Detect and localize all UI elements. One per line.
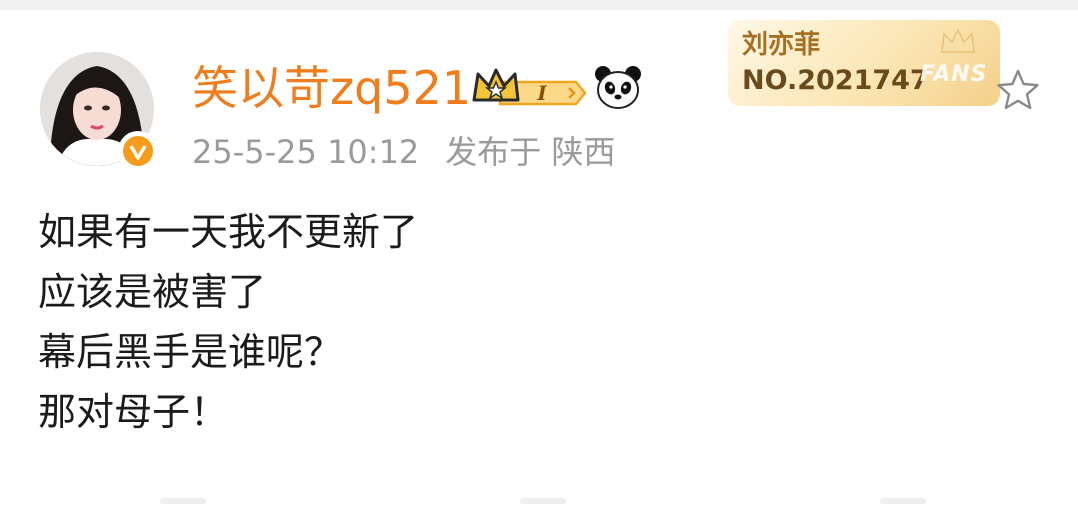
- verified-badge: [118, 131, 158, 171]
- post-source-location: 发布于 陕西: [445, 133, 616, 171]
- top-edge: [0, 0, 1078, 10]
- fans-card-number: NO.2021747: [742, 65, 929, 96]
- crown-badge-icon: I: [472, 68, 587, 106]
- post-content-line: 那对母子！: [38, 390, 229, 434]
- star-outline-icon[interactable]: [995, 68, 1041, 112]
- post-timestamp: 25-5-25 10:12: [192, 133, 420, 171]
- bottom-hint-mark: [520, 498, 566, 504]
- fans-card-label: FANS: [920, 62, 988, 87]
- fans-crown-icon: [938, 28, 978, 56]
- bottom-hint-mark: [880, 498, 926, 504]
- level-badge-text: I: [536, 81, 547, 105]
- crown-level-badge[interactable]: I: [470, 62, 588, 112]
- panda-emoji-icon: [593, 64, 643, 110]
- post-content-line: 应该是被害了: [38, 270, 267, 314]
- username[interactable]: 笑以苛zq521: [192, 58, 471, 118]
- fans-card-name: 刘亦菲: [742, 30, 821, 60]
- verified-v-icon: [123, 136, 153, 166]
- post-content-line: 如果有一天我不更新了: [38, 210, 419, 254]
- post-content-line: 幕后黑手是谁呢？: [38, 330, 343, 374]
- post-meta: 25-5-25 10:12 发布于 陕西: [192, 130, 641, 174]
- post-content: 如果有一天我不更新了 应该是被害了 幕后黑手是谁呢？ 那对母子！: [38, 202, 418, 442]
- bottom-action-bar-hint: [0, 498, 1078, 506]
- bottom-hint-mark: [160, 498, 206, 504]
